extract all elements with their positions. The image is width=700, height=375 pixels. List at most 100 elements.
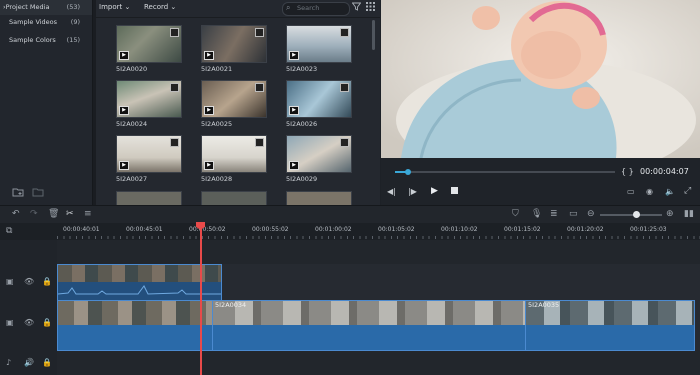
add-track-icon[interactable]: ⧉ xyxy=(6,226,12,236)
zoom-out-icon[interactable]: ⊖ xyxy=(587,209,595,219)
preview-controls: { } 00:00:04:07 ◀| |▶ ▶ ▭ ◉ 🔈 ⤢ xyxy=(381,158,700,205)
media-thumbnail[interactable]: ▶ xyxy=(201,80,267,118)
playback-progress-track[interactable] xyxy=(395,169,615,175)
media-thumbnail[interactable]: ▶ xyxy=(116,25,182,63)
stop-icon[interactable] xyxy=(451,187,458,194)
lock-icon[interactable]: 🔒 xyxy=(42,318,52,327)
play-icon[interactable]: ▶ xyxy=(431,186,438,196)
timeline-clip[interactable]: 5I2A0035 xyxy=(525,300,695,351)
media-name: 5I2A0023 xyxy=(286,65,318,73)
media-name: 5I2A0020 xyxy=(116,65,148,73)
video-track-icon: ▣ xyxy=(6,318,14,327)
grid-view-icon[interactable] xyxy=(366,2,375,14)
video-icon: ▶ xyxy=(119,161,129,170)
chevron-down-icon: ⌄ xyxy=(170,3,177,11)
clip-badge-icon xyxy=(340,28,349,37)
track-row-empty[interactable] xyxy=(57,240,700,264)
step-forward-icon[interactable]: |▶ xyxy=(408,187,417,196)
sidebar-item-project-media[interactable]: ›Project Media (53) xyxy=(0,0,92,15)
timeline-clip[interactable] xyxy=(57,300,214,351)
playhead[interactable] xyxy=(200,222,202,375)
ruler-tick: 00:01:20:02 xyxy=(567,226,604,233)
zoom-slider-knob[interactable] xyxy=(632,211,640,218)
media-thumbnail[interactable]: ▶ xyxy=(286,25,352,63)
adjust-icon[interactable]: ≡ xyxy=(84,209,92,219)
video-icon: ▶ xyxy=(289,51,299,60)
remove-folder-icon[interactable] xyxy=(32,187,46,199)
ruler-tick: 00:01:10:02 xyxy=(441,226,478,233)
video-icon: ▶ xyxy=(204,106,214,115)
baby-preview-image xyxy=(381,0,700,158)
delete-icon[interactable]: 🗑 xyxy=(48,209,59,219)
sidebar-item-sample-videos[interactable]: Sample Videos (9) xyxy=(0,15,92,30)
ruler-tick: 00:01:25:03 xyxy=(630,226,667,233)
sidebar-item-label: Sample Videos xyxy=(9,18,58,26)
panel-toggle-icon[interactable]: ▮▮ xyxy=(684,209,694,219)
track-headers: ▣ 👁 🔒 ▣ 👁 🔒 ♪ 🔊 🔒 xyxy=(0,240,58,375)
media-thumbnail[interactable] xyxy=(116,191,182,205)
lock-icon[interactable]: 🔒 xyxy=(42,358,52,367)
render-icon[interactable]: ▭ xyxy=(569,209,578,219)
cut-icon[interactable]: ✂ xyxy=(66,209,74,219)
clip-filmstrip xyxy=(58,265,221,282)
clip-audio xyxy=(58,325,213,350)
media-thumbnail[interactable]: ▶ xyxy=(201,135,267,173)
media-thumbnail[interactable]: ▶ xyxy=(116,135,182,173)
video-icon: ▶ xyxy=(119,51,129,60)
clip-badge-icon xyxy=(255,28,264,37)
search-input[interactable]: ⌕ Search xyxy=(282,2,350,16)
record-button[interactable]: Record ⌄ xyxy=(144,3,176,11)
audio-waveform xyxy=(58,282,221,300)
snapshot-icon[interactable]: ◉ xyxy=(646,187,653,196)
clip-badge-icon xyxy=(170,83,179,92)
video-track-icon: ▣ xyxy=(6,277,14,286)
clip-badge-icon xyxy=(340,138,349,147)
shield-icon[interactable]: ⛉ xyxy=(512,209,519,219)
media-thumbnail[interactable]: ▶ xyxy=(116,80,182,118)
import-button[interactable]: Import ⌄ xyxy=(99,3,130,11)
ruler-ticks xyxy=(57,236,700,239)
track-row-audio[interactable] xyxy=(57,350,700,375)
media-name: 5I2A0025 xyxy=(201,120,233,128)
mark-in-out-brackets[interactable]: { } xyxy=(621,167,634,176)
sidebar-item-sample-colors[interactable]: Sample Colors (15) xyxy=(0,33,92,48)
sidebar-item-count: (9) xyxy=(70,18,80,26)
media-thumbnail[interactable]: ▶ xyxy=(286,135,352,173)
speaker-icon[interactable]: 🔊 xyxy=(24,358,34,367)
search-placeholder: Search xyxy=(297,4,320,12)
media-name: 5I2A0029 xyxy=(286,175,318,183)
filter-icon[interactable] xyxy=(351,2,362,14)
timeline-clip[interactable] xyxy=(57,264,222,301)
media-thumbnail[interactable] xyxy=(286,191,352,205)
clip-filmstrip xyxy=(58,301,213,325)
new-folder-icon[interactable] xyxy=(12,187,26,199)
video-icon: ▶ xyxy=(289,161,299,170)
media-thumbnail[interactable]: ▶ xyxy=(286,80,352,118)
media-scrollbar[interactable] xyxy=(372,20,375,50)
microphone-icon[interactable]: 🎙 xyxy=(531,209,542,219)
render-preview-icon[interactable]: ▭ xyxy=(627,187,635,196)
timeline-clip[interactable]: 5I2A0034 xyxy=(212,300,527,351)
voiceover-icon[interactable]: ≣ xyxy=(550,209,558,219)
ruler-tick: 00:00:50:02 xyxy=(189,226,226,233)
redo-icon[interactable]: ↷ xyxy=(30,209,38,219)
playback-scrubber[interactable] xyxy=(405,169,412,175)
clip-badge-icon xyxy=(170,138,179,147)
undo-icon[interactable]: ↶ xyxy=(12,209,20,219)
chevron-down-icon: ⌄ xyxy=(124,3,131,11)
fullscreen-icon[interactable]: ⤢ xyxy=(684,186,691,196)
step-back-icon[interactable]: ◀| xyxy=(387,187,396,196)
media-thumbnail[interactable] xyxy=(201,191,267,205)
eye-icon[interactable]: 👁 xyxy=(24,318,34,327)
volume-icon[interactable]: 🔈 xyxy=(665,187,675,196)
zoom-slider[interactable] xyxy=(600,211,662,218)
eye-icon[interactable]: 👁 xyxy=(24,277,34,286)
preview-viewer[interactable] xyxy=(381,0,700,158)
clip-filmstrip xyxy=(213,301,526,325)
zoom-in-icon[interactable]: ⊕ xyxy=(666,209,674,219)
media-thumbnail[interactable]: ▶ xyxy=(201,25,267,63)
media-name: 5I2A0026 xyxy=(286,120,318,128)
clip-badge-icon xyxy=(255,83,264,92)
lock-icon[interactable]: 🔒 xyxy=(42,277,52,286)
timeline-ruler[interactable]: ⧉ 00:00:40:01 00:00:45:01 00:00:50:02 00… xyxy=(0,223,700,240)
